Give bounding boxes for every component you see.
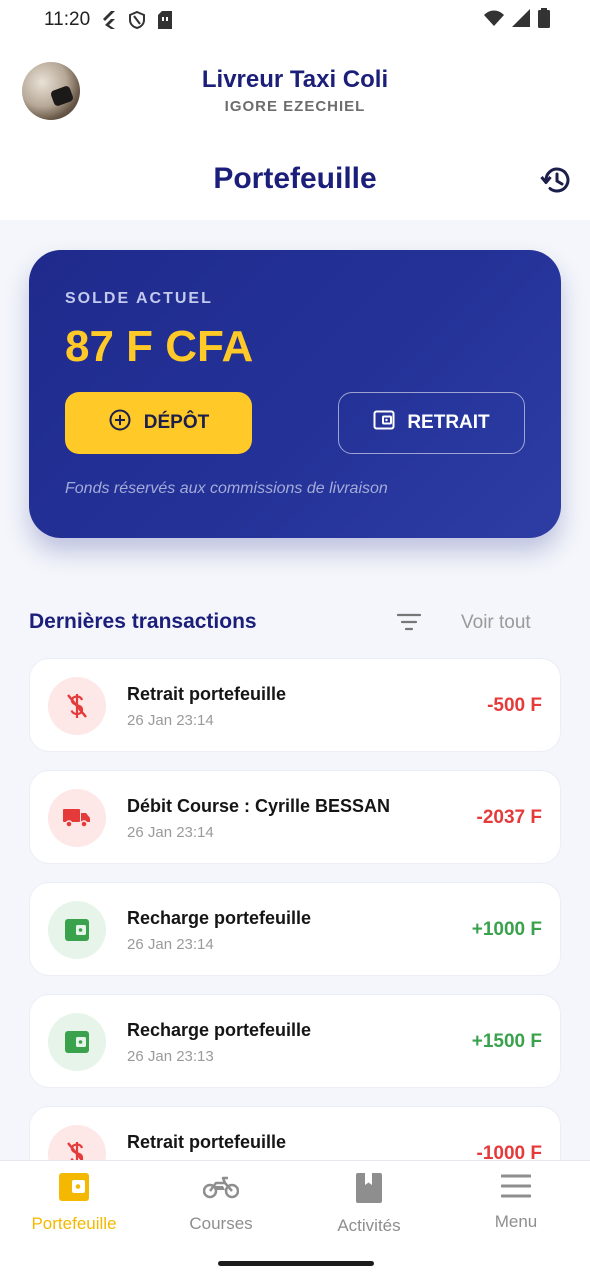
transaction-item[interactable]: Recharge portefeuille 26 Jan 23:13 +1500… (29, 994, 561, 1088)
transaction-amount: -500 F (487, 695, 542, 716)
status-time: 11:20 (44, 9, 91, 30)
transaction-date: 26 Jan 23:14 (127, 712, 214, 729)
status-right (484, 7, 550, 33)
transaction-name: Retrait portefeuille (127, 1132, 287, 1152)
money-off-icon (48, 677, 106, 735)
withdraw-label: RETRAIT (407, 412, 490, 433)
battery-icon (538, 7, 550, 33)
sim-card-icon (156, 11, 174, 29)
status-left: 11:20 (44, 9, 174, 31)
flutter-icon (100, 11, 118, 29)
wallet-icon (59, 1173, 89, 1206)
transaction-name: Recharge portefeuille (127, 1020, 312, 1040)
nav-label: Activités (337, 1216, 401, 1235)
transaction-amount: -1000 F (476, 1143, 542, 1160)
transactions-title: Dernières transactions (29, 610, 257, 633)
balance-card: SOLDE ACTUEL 87 F CFA DÉPÔT RETRAIT Fond… (29, 250, 561, 538)
transaction-date: 26 Jan 23:13 (127, 1048, 214, 1065)
motorbike-icon (202, 1173, 240, 1206)
nav-label: Menu (494, 1212, 538, 1231)
status-bar: 11:20 (0, 0, 590, 40)
wallet-icon (373, 410, 395, 436)
user-name: IGORE EZECHIEL (224, 98, 366, 115)
transaction-item[interactable]: Retrait portefeuille 26 Jan 23:14 -500 F (29, 658, 561, 752)
book-icon (356, 1173, 382, 1208)
nav-label: Portefeuille (31, 1214, 117, 1233)
app-header: Livreur Taxi Coli IGORE EZECHIEL Portefe… (0, 40, 590, 220)
nav-item-activites[interactable]: Activités (295, 1173, 443, 1235)
transaction-amount: -2037 F (476, 807, 542, 828)
nav-item-courses[interactable]: Courses (147, 1173, 295, 1233)
transaction-date: 26 Jan 23:14 (127, 936, 214, 953)
wallet-icon (48, 901, 106, 959)
signal-icon (512, 8, 530, 32)
transaction-item[interactable]: Débit Course : Cyrille BESSAN 26 Jan 23:… (29, 770, 561, 864)
history-icon (540, 164, 572, 201)
balance-amount: 87 F CFA (65, 322, 254, 371)
wallet-icon (48, 1013, 106, 1071)
nav-label: Courses (189, 1214, 253, 1233)
money-off-icon (48, 1125, 106, 1160)
nav-item-portefeuille[interactable]: Portefeuille (0, 1173, 148, 1233)
transaction-list: Retrait portefeuille 26 Jan 23:14 -500 F… (29, 658, 561, 1160)
wifi-icon (484, 10, 504, 31)
deposit-button[interactable]: DÉPÔT (65, 392, 252, 454)
transaction-name: Retrait portefeuille (127, 684, 287, 704)
transaction-name: Débit Course : Cyrille BESSAN (127, 796, 391, 816)
filter-icon (396, 613, 422, 636)
app-title: Livreur Taxi Coli (201, 66, 389, 93)
page-title: Portefeuille (213, 162, 377, 195)
balance-label: SOLDE ACTUEL (65, 290, 213, 307)
transaction-item[interactable]: Recharge portefeuille 26 Jan 23:14 +1000… (29, 882, 561, 976)
menu-icon (500, 1173, 532, 1204)
withdraw-button[interactable]: RETRAIT (338, 392, 525, 454)
nav-item-menu[interactable]: Menu (442, 1173, 590, 1233)
transaction-amount: +1000 F (471, 919, 542, 940)
deposit-label: DÉPÔT (143, 412, 210, 433)
shield-icon (128, 11, 146, 29)
transaction-amount: +1500 F (471, 1031, 542, 1052)
add-circle-icon (108, 408, 132, 438)
see-all-link[interactable]: Voir tout (461, 612, 531, 634)
truck-icon (48, 789, 106, 847)
transaction-item[interactable]: Retrait portefeuille -1000 F (29, 1106, 561, 1160)
transaction-date: 26 Jan 23:14 (127, 824, 214, 841)
history-button[interactable] (538, 164, 574, 200)
filter-button[interactable] (394, 610, 424, 638)
home-indicator (218, 1261, 374, 1266)
transaction-name: Recharge portefeuille (127, 908, 312, 928)
card-note: Fonds réservés aux commissions de livrai… (65, 480, 388, 497)
